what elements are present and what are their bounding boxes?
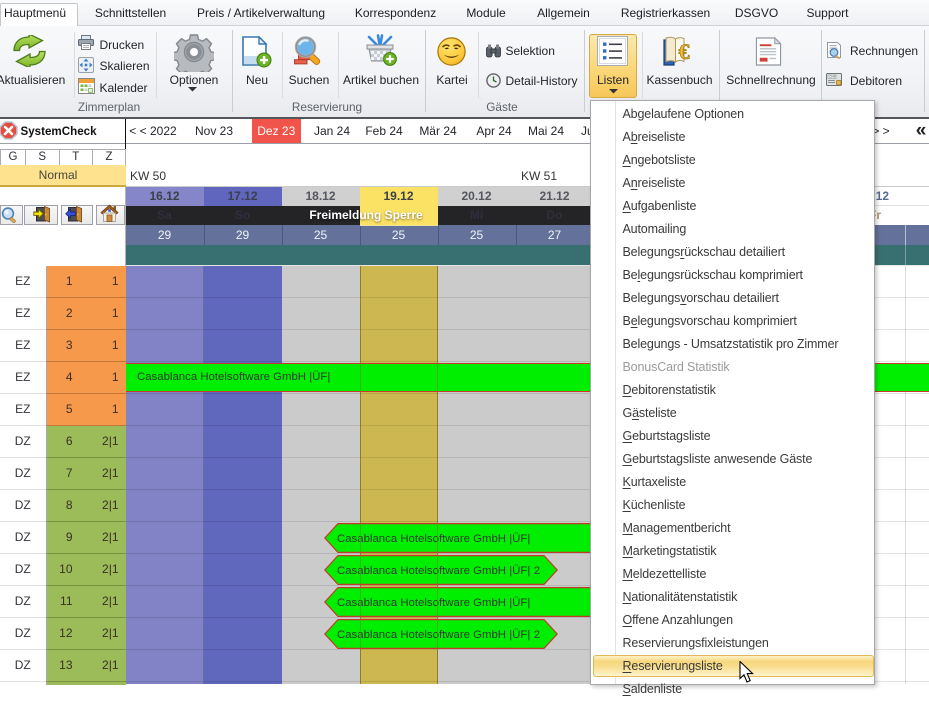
svg-text:CHF: CHF [829, 75, 836, 79]
svg-text:Casablanca Hotelsoftware GmbH: Casablanca Hotelsoftware GmbH |ÜF| [337, 628, 530, 640]
svg-text:Casablanca Hotelsoftware GmbH: Casablanca Hotelsoftware GmbH |ÜF| [337, 532, 530, 544]
svg-text:2: 2 [534, 629, 540, 641]
svg-text:€: € [679, 39, 690, 64]
svg-text:Casablanca Hotelsoftware GmbH: Casablanca Hotelsoftware GmbH |ÜF| [337, 564, 530, 576]
svg-text:2: 2 [534, 565, 540, 577]
svg-text:Casablanca Hotelsoftware GmbH: Casablanca Hotelsoftware GmbH |ÜF| [337, 596, 530, 608]
